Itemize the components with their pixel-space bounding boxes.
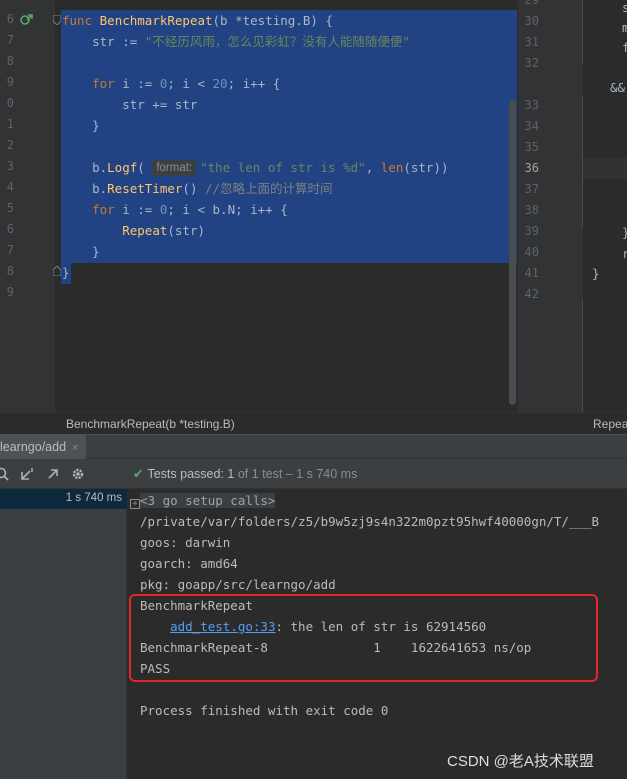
expand-icon[interactable]: + xyxy=(130,499,140,509)
breadcrumb-item[interactable]: Repeat xyxy=(593,417,627,431)
run-test-icon[interactable] xyxy=(20,13,34,27)
code-line[interactable]: for i := 0; i < b.N; i++ { xyxy=(62,199,288,220)
line-number: 35 xyxy=(524,140,539,154)
code-fragment: s xyxy=(622,0,627,15)
line-number: 7 xyxy=(6,33,14,47)
code-line[interactable]: } xyxy=(62,241,100,262)
code-line[interactable]: str := "不经历风雨，怎么见彩虹？没有人能随随便便" xyxy=(62,31,410,52)
line-number: 38 xyxy=(524,203,539,217)
line-number: 29 xyxy=(524,0,539,7)
line-number-gutter: 6 7 8 9 0 1 2 3 4 5 6 7 8 9 xyxy=(0,0,61,412)
code-fragment: } xyxy=(592,266,600,281)
line-number-active: 36 xyxy=(524,161,539,175)
line-number: 9 xyxy=(6,285,14,299)
line-number: 33 xyxy=(524,98,539,112)
code-line[interactable]: } xyxy=(62,115,100,136)
sort-ascending-icon[interactable] xyxy=(19,466,35,482)
line-number: 9 xyxy=(6,75,14,89)
code-editor[interactable]: 6 7 8 9 0 1 2 3 4 5 6 7 8 9 func Benchma… xyxy=(0,0,627,412)
annotation-highlight-box xyxy=(129,594,598,682)
line-number: 2 xyxy=(6,138,14,152)
line-number: 8 xyxy=(6,54,14,68)
run-toolbar: ✔ Tests passed: 1 of 1 test – 1 s 740 ms xyxy=(0,459,627,489)
code-line[interactable]: str += str xyxy=(62,94,197,115)
line-number: 40 xyxy=(524,245,539,259)
tab-run-config[interactable]: learngo/add × xyxy=(0,435,87,459)
test-tree-row[interactable]: 1 s 740 ms xyxy=(0,489,127,509)
code-line[interactable]: b.ResetTimer() //忽略上面的计算时间 xyxy=(62,178,332,199)
console-line: pkg: goapp/src/learngo/add xyxy=(140,577,336,592)
line-number: 31 xyxy=(524,35,539,49)
code-line[interactable]: } xyxy=(62,262,70,283)
code-fragment: && xyxy=(610,80,626,95)
code-line[interactable]: func BenchmarkRepeat(b *testing.B) { xyxy=(62,10,333,31)
gear-icon[interactable] xyxy=(70,466,86,482)
line-number: 34 xyxy=(524,119,539,133)
current-line-highlight xyxy=(583,158,627,179)
console-line: goos: darwin xyxy=(140,535,231,550)
code-line[interactable]: b.Logf( format: "the len of str is %d", l… xyxy=(62,157,449,178)
indent-guide xyxy=(582,300,583,412)
console-line: /private/var/folders/z5/b9w5zj9s4n322m0p… xyxy=(140,514,600,529)
setup-calls-line[interactable]: + <3 go setup calls> xyxy=(130,490,276,511)
split-editor-pane[interactable]: 29 30 31 32 33 34 35 36 37 38 39 40 41 4… xyxy=(518,0,627,412)
line-number: 7 xyxy=(6,243,14,257)
line-number: 1 xyxy=(6,117,14,131)
line-number: 4 xyxy=(6,180,14,194)
line-number-gutter: 29 30 31 32 33 34 35 36 37 38 39 40 41 4… xyxy=(519,0,583,412)
parameter-hint: format: xyxy=(152,160,197,176)
check-icon: ✔ xyxy=(133,467,144,481)
line-number: 6 xyxy=(6,222,14,236)
breadcrumb-item[interactable]: BenchmarkRepeat(b *testing.B) xyxy=(66,417,235,431)
line-number: 42 xyxy=(524,287,539,301)
code-fragment: m xyxy=(622,20,627,35)
run-tab-bar: learngo/add × xyxy=(0,434,627,459)
line-number: 41 xyxy=(524,266,539,280)
test-duration: 1 s 740 ms xyxy=(65,492,122,504)
line-number: 39 xyxy=(524,224,539,238)
line-number: 30 xyxy=(524,14,539,28)
line-number: 0 xyxy=(6,96,14,110)
code-fragment: r xyxy=(622,246,627,261)
watermark: CSDN @老A技术联盟 xyxy=(447,753,594,770)
export-icon[interactable] xyxy=(45,466,61,482)
fold-toggle-icon[interactable] xyxy=(53,15,61,25)
test-tree[interactable]: 1 s 740 ms xyxy=(0,489,127,779)
breadcrumb: BenchmarkRepeat(b *testing.B) Repeat xyxy=(0,412,627,434)
fold-toggle-icon[interactable] xyxy=(53,266,61,276)
line-number: 5 xyxy=(6,201,14,215)
code-fragment: f xyxy=(622,40,627,55)
line-number: 32 xyxy=(524,56,539,70)
indent-guide xyxy=(582,96,583,226)
line-number: 37 xyxy=(524,182,539,196)
line-number: 3 xyxy=(6,159,14,173)
indent-guide xyxy=(582,0,583,64)
line-number: 6 xyxy=(6,12,14,26)
scrollbar-thumb[interactable] xyxy=(509,100,516,405)
console-line: goarch: amd64 xyxy=(140,556,238,571)
code-line[interactable]: for i := 0; i < 20; i++ { xyxy=(62,73,280,94)
close-icon[interactable]: × xyxy=(72,442,78,454)
search-icon[interactable] xyxy=(0,466,10,482)
console-line: Process finished with exit code 0 xyxy=(140,703,389,718)
code-line[interactable]: Repeat(str) xyxy=(62,220,205,241)
line-number: 8 xyxy=(6,264,14,278)
tab-label: learngo/add xyxy=(0,440,67,454)
code-fragment: } xyxy=(622,225,627,240)
test-status: ✔ Tests passed: 1 of 1 test – 1 s 740 ms xyxy=(133,467,358,481)
